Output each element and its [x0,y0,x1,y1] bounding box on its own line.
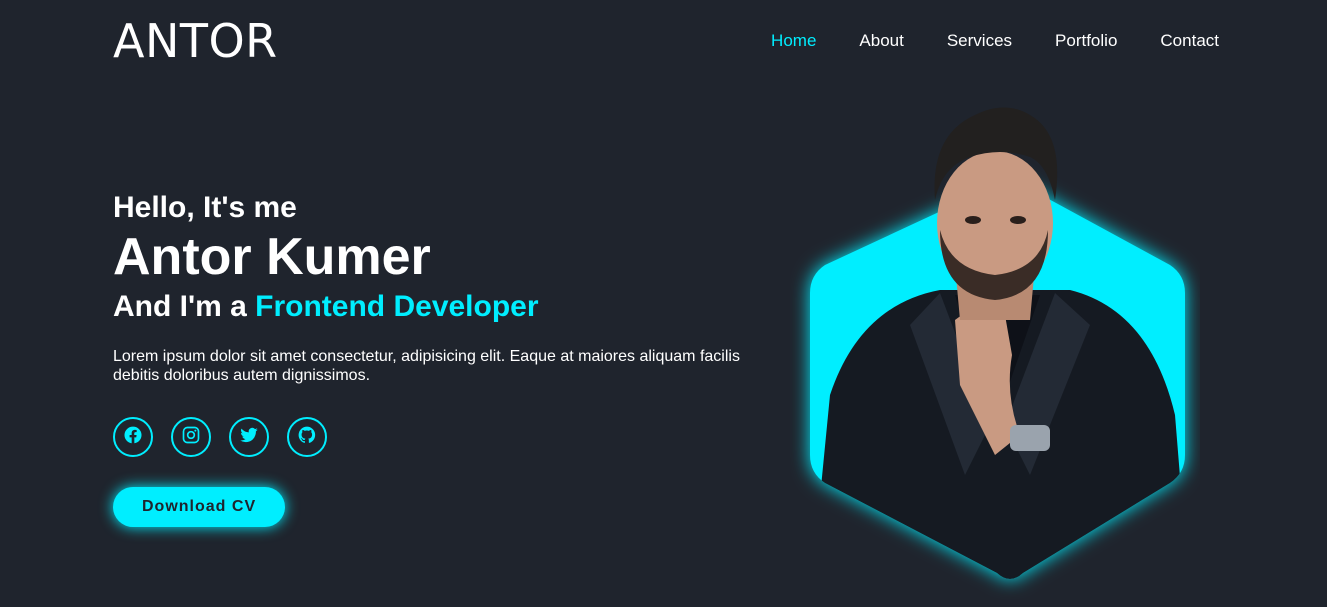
nav-services[interactable]: Services [947,31,1012,51]
download-cv-button[interactable]: Download CV [113,487,286,527]
hero-role: And I'm a Frontend Developer [113,289,773,325]
profile-image [790,95,1200,600]
nav-contact[interactable]: Contact [1160,31,1219,51]
github-link[interactable] [287,417,327,457]
main-nav: Home About Services Portfolio Contact [771,31,1219,51]
social-links [113,417,773,457]
facebook-icon [123,425,143,450]
instagram-icon [181,425,201,450]
role-prefix: And I'm a [113,290,256,323]
nav-portfolio[interactable]: Portfolio [1055,31,1117,51]
hero-description: Lorem ipsum dolor sit amet consectetur, … [113,348,740,384]
twitter-icon [239,425,259,450]
greeting: Hello, It's me [113,191,297,224]
hero-name: Antor Kumer [113,228,431,286]
instagram-link[interactable] [171,417,211,457]
logo[interactable]: ANTOR [113,14,278,68]
portfolio-page: ANTOR Home About Services Portfolio Cont… [0,0,1327,607]
facebook-link[interactable] [113,417,153,457]
nav-home[interactable]: Home [771,31,816,51]
github-icon [297,425,317,450]
nav-about[interactable]: About [859,31,903,51]
hero-content: Hello, It's me Antor Kumer And I'm a Fro… [113,190,773,527]
twitter-link[interactable] [229,417,269,457]
role-accent: Frontend Developer [255,290,539,323]
